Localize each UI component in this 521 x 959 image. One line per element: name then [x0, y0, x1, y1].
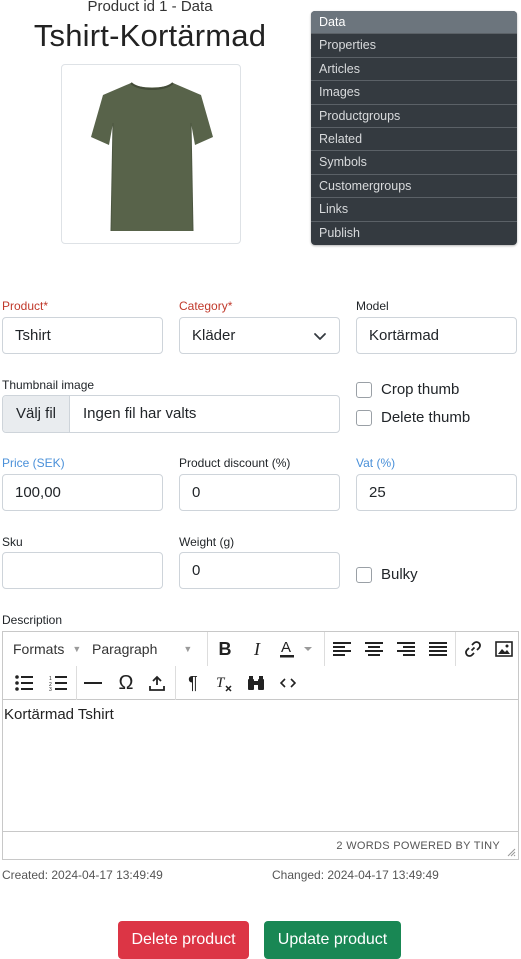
- page-subtitle: Product id 1 - Data: [87, 0, 213, 15]
- delete-thumb-label: Delete thumb: [381, 409, 471, 426]
- svg-text:3: 3: [49, 687, 52, 691]
- sku-label: Sku: [2, 535, 23, 549]
- thumbnail-file-input[interactable]: Välj fil Ingen fil har valts: [2, 395, 340, 433]
- link-icon[interactable]: [460, 632, 486, 666]
- caret-down-icon: ▼: [183, 644, 193, 654]
- description-editor: Formats ▼ Paragraph ▼ B I A 1 2 3 Ω ¶ T …: [2, 631, 519, 860]
- align-right-icon[interactable]: [393, 632, 419, 666]
- numbered-list-icon[interactable]: 123: [45, 666, 71, 700]
- page-title: Tshirt-Kortärmad: [33, 18, 267, 53]
- paragraph-dropdown[interactable]: Paragraph ▼: [92, 632, 200, 666]
- svg-text:A: A: [281, 639, 291, 656]
- created-timestamp: Created: 2024-04-17 13:49:49: [2, 868, 163, 882]
- price-input[interactable]: 100,00: [2, 474, 163, 511]
- bulky-box[interactable]: [356, 566, 372, 583]
- model-input[interactable]: Kortärmad: [356, 317, 517, 354]
- caret-down-icon: ▼: [72, 644, 82, 654]
- discount-input[interactable]: 0: [179, 474, 340, 511]
- nav-item-symbols[interactable]: Symbols: [311, 151, 517, 175]
- nav-item-properties[interactable]: Properties: [311, 34, 517, 58]
- word-count: 2 WORDS POWERED BY TINY: [336, 840, 500, 852]
- editor-toolbar-row-2: 123 Ω ¶ T: [3, 666, 518, 700]
- thumbnail-label: Thumbnail image: [2, 378, 95, 392]
- image-icon[interactable]: [491, 632, 517, 666]
- model-label: Model: [356, 299, 389, 313]
- nav-item-articles[interactable]: Articles: [311, 58, 517, 82]
- vat-input[interactable]: 25: [356, 474, 517, 511]
- editor-toolbar-row-1: Formats ▼ Paragraph ▼ B I A: [3, 632, 518, 666]
- discount-label: Product discount (%): [179, 456, 291, 470]
- crop-thumb-label: Crop thumb: [381, 381, 460, 398]
- text-color-icon[interactable]: A: [275, 632, 319, 666]
- align-center-icon[interactable]: [361, 632, 387, 666]
- file-status-text: Ingen fil har valts: [83, 405, 197, 422]
- nav-item-publish[interactable]: Publish: [311, 222, 517, 245]
- horizontal-rule-icon[interactable]: [80, 666, 106, 700]
- weight-input[interactable]: 0: [179, 552, 340, 589]
- nav-item-links[interactable]: Links: [311, 198, 517, 222]
- italic-icon[interactable]: I: [243, 632, 271, 666]
- price-label: Price (SEK): [2, 456, 65, 470]
- vat-label: Vat (%): [356, 456, 396, 470]
- align-left-icon[interactable]: [329, 632, 355, 666]
- changed-timestamp: Changed: 2024-04-17 13:49:49: [272, 868, 439, 882]
- delete-thumb-box[interactable]: [356, 409, 372, 426]
- bulky-label: Bulky: [381, 566, 418, 583]
- description-label: Description: [2, 613, 63, 627]
- nav-item-images[interactable]: Images: [311, 81, 517, 105]
- editor-content[interactable]: Kortärmad Tshirt: [3, 702, 518, 832]
- delete-thumb-checkbox[interactable]: Delete thumb: [356, 409, 470, 426]
- crop-thumb-box[interactable]: [356, 381, 372, 398]
- bulky-checkbox[interactable]: Bulky: [356, 566, 418, 583]
- bold-icon[interactable]: B: [211, 632, 239, 666]
- special-char-icon[interactable]: Ω: [113, 666, 139, 700]
- sku-input[interactable]: [2, 552, 163, 589]
- clear-format-icon[interactable]: T: [211, 666, 237, 700]
- svg-text:T: T: [216, 675, 226, 691]
- choose-file-button[interactable]: Välj fil: [3, 396, 70, 432]
- formats-label: Formats: [13, 641, 65, 657]
- find-replace-icon[interactable]: [243, 666, 269, 700]
- insert-anchor-icon[interactable]: [144, 666, 170, 700]
- nav-item-related[interactable]: Related: [311, 128, 517, 152]
- paragraph-label: Paragraph: [92, 641, 158, 657]
- category-label: Category*: [179, 299, 233, 313]
- category-select[interactable]: Kläder: [179, 317, 340, 354]
- bullet-list-icon[interactable]: [11, 666, 37, 700]
- tshirt-image-icon: [91, 82, 213, 232]
- resize-handle-icon[interactable]: [506, 847, 516, 857]
- source-code-icon[interactable]: [275, 666, 301, 700]
- crop-thumb-checkbox[interactable]: Crop thumb: [356, 381, 459, 398]
- nav-item-data[interactable]: Data: [311, 11, 517, 35]
- product-image: [61, 64, 241, 244]
- paragraph-mark-icon[interactable]: ¶: [180, 666, 206, 700]
- product-label: Product*: [2, 299, 49, 313]
- delete-product-button[interactable]: Delete product: [118, 921, 249, 959]
- editor-statusbar: 2 WORDS POWERED BY TINY: [3, 831, 518, 859]
- chevron-down-icon: [314, 333, 326, 340]
- product-input[interactable]: Tshirt: [2, 317, 163, 354]
- align-justify-icon[interactable]: [425, 632, 451, 666]
- nav-item-customergroups[interactable]: Customergroups: [311, 175, 517, 199]
- product-nav-menu: Data Properties Articles Images Productg…: [311, 11, 517, 245]
- update-product-button[interactable]: Update product: [264, 921, 401, 959]
- weight-label: Weight (g): [179, 535, 235, 549]
- category-select-value: Kläder: [192, 327, 236, 344]
- formats-dropdown[interactable]: Formats ▼: [13, 632, 81, 666]
- nav-item-productgroups[interactable]: Productgroups: [311, 105, 517, 128]
